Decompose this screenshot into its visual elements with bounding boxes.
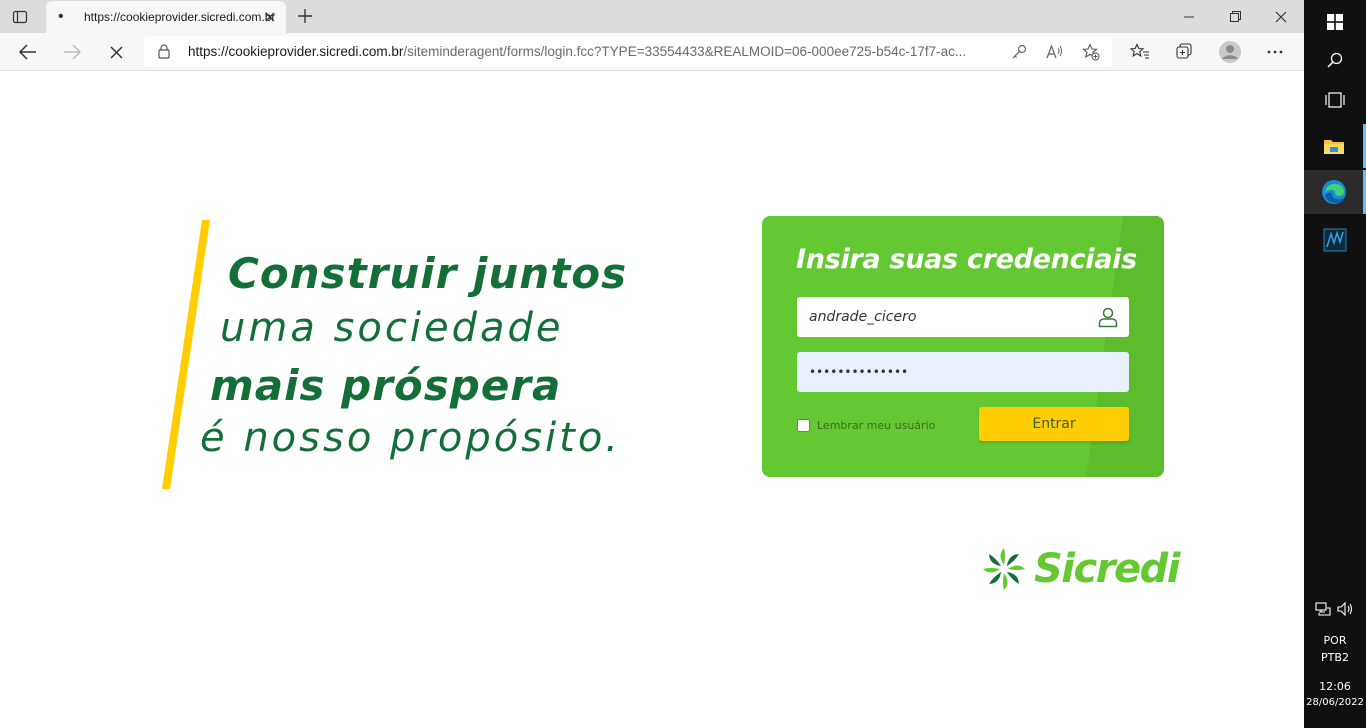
close-window-button[interactable]: [1258, 0, 1304, 33]
new-tab-button[interactable]: [294, 5, 316, 27]
system-tray: [1304, 597, 1366, 621]
language-indicator-line1[interactable]: POR: [1304, 634, 1366, 647]
remember-label: Lembrar meu usuário: [817, 419, 936, 432]
more-options-icon[interactable]: [1261, 38, 1289, 66]
sicredi-wordmark: Sicredi: [1034, 546, 1180, 592]
tab-actions-icon[interactable]: [10, 7, 30, 27]
key-icon[interactable]: [1008, 41, 1030, 63]
remember-checkbox[interactable]: [797, 419, 810, 432]
entrar-button[interactable]: Entrar: [979, 407, 1129, 441]
app-icon[interactable]: [1304, 218, 1366, 262]
address-bar[interactable]: https://cookieprovider.sicredi.com.br/si…: [144, 36, 1112, 67]
search-icon[interactable]: [1304, 38, 1366, 82]
clock-time[interactable]: 12:06: [1304, 680, 1366, 693]
password-field[interactable]: [797, 352, 1129, 392]
tagline-line-1: Construir juntos: [228, 249, 628, 298]
back-icon[interactable]: [14, 38, 42, 66]
restore-button[interactable]: [1212, 0, 1258, 33]
sicredi-pinwheel-icon: [983, 548, 1025, 590]
windows-taskbar: POR PTB2 12:06 28/06/2022: [1304, 0, 1366, 728]
tagline-line-2: uma sociedade: [220, 305, 564, 351]
url-host: https://cookieprovider.sicredi.com.br: [188, 44, 404, 59]
lock-icon[interactable]: [158, 44, 170, 64]
url-path: /siteminderagent/forms/login.fcc?TYPE=33…: [403, 44, 967, 59]
tagline-line-4: é nosso propósito.: [200, 415, 622, 461]
tab-close-icon[interactable]: [262, 9, 278, 25]
favorites-icon[interactable]: [1126, 38, 1154, 66]
url-text[interactable]: https://cookieprovider.sicredi.com.br/si…: [188, 44, 1008, 59]
username-field[interactable]: [797, 297, 1129, 337]
clock-date[interactable]: 28/06/2022: [1304, 697, 1366, 708]
login-card: Insira suas credenciais Lembrar meu usuá…: [762, 216, 1164, 477]
tagline-line-3: mais próspera: [210, 361, 562, 410]
add-favorite-icon[interactable]: [1080, 41, 1102, 63]
browser-tab[interactable]: • https://cookieprovider.sicredi.com.br: [46, 1, 286, 33]
file-explorer-icon[interactable]: [1304, 124, 1366, 168]
forward-icon[interactable]: [58, 38, 86, 66]
username-input[interactable]: [797, 297, 1129, 337]
minimize-button[interactable]: [1166, 0, 1212, 33]
tab-bar: • https://cookieprovider.sicredi.com.br: [0, 0, 1304, 33]
collections-icon[interactable]: [1170, 38, 1198, 66]
page-content: Construir juntos uma sociedade mais prós…: [0, 71, 1304, 728]
profile-avatar[interactable]: [1216, 38, 1244, 66]
tab-loading-icon: •: [58, 8, 64, 25]
language-indicator-line2[interactable]: PTB2: [1304, 651, 1366, 664]
task-view-icon[interactable]: [1304, 78, 1366, 122]
network-icon[interactable]: [1315, 602, 1331, 616]
user-icon: [1097, 306, 1119, 333]
login-title: Insira suas credenciais: [796, 244, 1137, 275]
password-input[interactable]: [797, 352, 1129, 392]
browser-toolbar: https://cookieprovider.sicredi.com.br/si…: [0, 33, 1304, 71]
edge-icon[interactable]: [1304, 170, 1366, 214]
remember-me[interactable]: Lembrar meu usuário: [797, 419, 935, 432]
volume-icon[interactable]: [1337, 602, 1355, 616]
browser-window: • https://cookieprovider.sicredi.com.br: [0, 0, 1304, 728]
read-aloud-icon[interactable]: [1044, 41, 1066, 63]
sicredi-logo: Sicredi: [982, 546, 1180, 592]
stop-loading-icon[interactable]: [102, 38, 130, 66]
